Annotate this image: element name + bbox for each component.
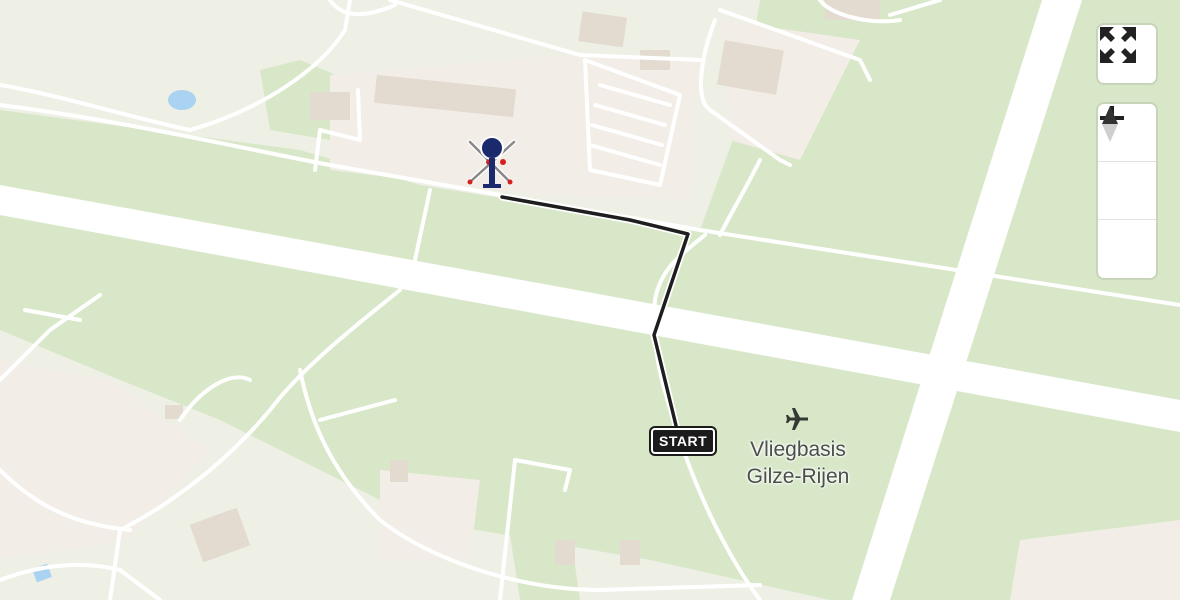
compass-icon [1102,106,1118,142]
fullscreen-button[interactable] [1098,25,1156,83]
zoom-out-button[interactable] [1098,116,1156,220]
airport-name-label: Vliegbasis Gilze-Rijen [720,436,876,490]
map-layer [0,0,1180,600]
route-start-label[interactable]: START [651,428,716,454]
compass-button[interactable] [1098,106,1156,278]
airport-name-line1: Vliegbasis [750,438,846,461]
airport-name-line2: Gilze-Rijen [746,465,850,488]
fullscreen-control [1098,25,1156,83]
map-canvas[interactable]: START Vliegbasis Gilze-Rijen [0,0,1180,600]
navigation-control [1098,104,1156,278]
fullscreen-icon [1100,27,1136,63]
